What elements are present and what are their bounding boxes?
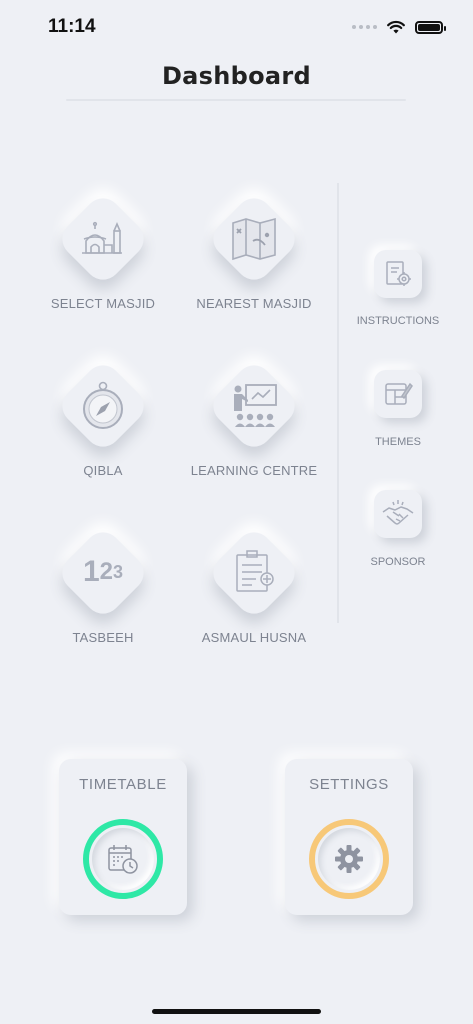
- tile-label: QIBLA: [83, 463, 123, 478]
- tile-label: TASBEEH: [72, 630, 134, 645]
- compass-icon: [73, 375, 133, 435]
- settings-button[interactable]: SETTINGS: [285, 759, 413, 915]
- tile-label: NEAREST MASJID: [196, 296, 312, 311]
- battery-icon: [415, 20, 446, 34]
- learning-centre-button[interactable]: LEARNING CENTRE: [179, 345, 329, 485]
- instructions-label: INSTRUCTIONS: [356, 315, 440, 327]
- timetable-label: TIMETABLE: [79, 776, 167, 793]
- counter-icon: 123: [82, 555, 124, 588]
- settings-label: SETTINGS: [309, 776, 389, 793]
- status-time: 11:14: [48, 16, 96, 37]
- status-icons: [352, 16, 446, 38]
- instructions-button[interactable]: [374, 250, 422, 298]
- page-title: Dashboard: [161, 62, 312, 90]
- mosque-icon: [73, 208, 133, 268]
- document-add-icon: [224, 542, 284, 602]
- theme-edit-icon: [385, 382, 413, 405]
- settings-ring: [309, 819, 389, 899]
- home-indicator[interactable]: [152, 1009, 321, 1014]
- themes-button[interactable]: [374, 370, 422, 418]
- nearest-masjid-button[interactable]: NEAREST MASJID: [179, 178, 329, 318]
- asmaul-husna-button[interactable]: ASMAUL HUSNA: [179, 512, 329, 652]
- vertical-divider: [337, 183, 339, 623]
- handshake-icon: [382, 500, 414, 525]
- map-icon: [224, 208, 284, 268]
- instructions-gear-icon: [386, 261, 411, 286]
- tile-label: LEARNING CENTRE: [190, 463, 318, 478]
- wifi-icon: [387, 20, 405, 34]
- sponsor-button[interactable]: [374, 490, 422, 538]
- sponsor-label: SPONSOR: [370, 556, 426, 568]
- tasbeeh-button[interactable]: 123 TASBEEH: [28, 512, 178, 652]
- timetable-ring: [83, 819, 163, 899]
- title-divider: [66, 99, 406, 101]
- signal-icon: [352, 25, 377, 29]
- timetable-button[interactable]: TIMETABLE: [59, 759, 187, 915]
- calendar-clock-icon: [108, 845, 138, 874]
- tile-label: SELECT MASJID: [50, 296, 156, 311]
- gear-icon: [335, 845, 363, 873]
- qibla-button[interactable]: QIBLA: [28, 345, 178, 485]
- themes-label: THEMES: [375, 436, 421, 448]
- select-masjid-button[interactable]: SELECT MASJID: [28, 178, 178, 318]
- classroom-icon: [224, 375, 284, 435]
- tile-label: ASMAUL HUSNA: [201, 630, 307, 645]
